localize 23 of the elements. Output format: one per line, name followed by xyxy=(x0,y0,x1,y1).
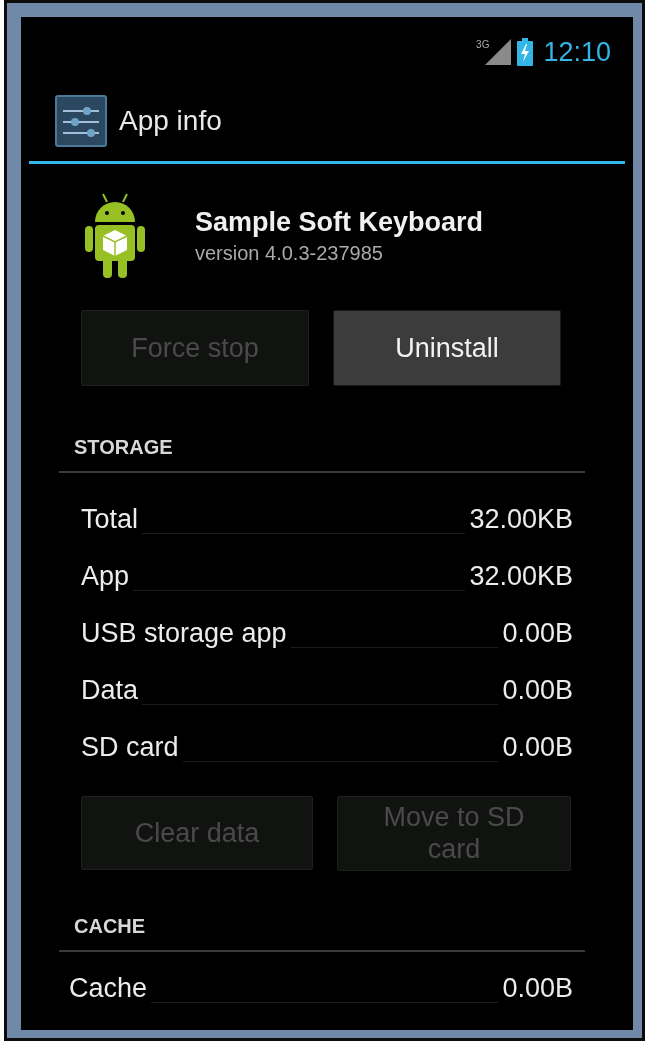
robot-icon xyxy=(85,192,145,280)
storage-value: 32.00KB xyxy=(469,561,573,592)
section-header: STORAGE xyxy=(59,436,585,473)
storage-label: SD card xyxy=(81,732,179,763)
storage-value: 0.00B xyxy=(502,618,573,649)
network-type: 3G xyxy=(476,39,490,50)
storage-label: Cache xyxy=(69,972,148,1004)
app-name: Sample Soft Keyboard xyxy=(195,207,484,238)
storage-label: App xyxy=(81,561,130,592)
storage-value: 0.00B xyxy=(502,972,573,1004)
storage-value: 0.00B xyxy=(502,675,573,706)
sliders-icon[interactable] xyxy=(55,95,107,147)
action-button[interactable]: Uninstall xyxy=(333,310,561,386)
section-header: CACHE xyxy=(59,914,585,952)
storage-label: USB storage app xyxy=(81,618,287,649)
storage-value: 0.00B xyxy=(502,732,573,763)
screen-title: App info xyxy=(119,105,222,137)
battery-charging-icon xyxy=(517,38,534,66)
storage-label: Data xyxy=(81,675,139,706)
storage-value: 32.00KB xyxy=(469,504,573,535)
storage-label: Total xyxy=(81,504,139,535)
app-version: version 4.0.3-237985 xyxy=(195,242,384,265)
clock-time: 12:10 xyxy=(543,36,611,68)
